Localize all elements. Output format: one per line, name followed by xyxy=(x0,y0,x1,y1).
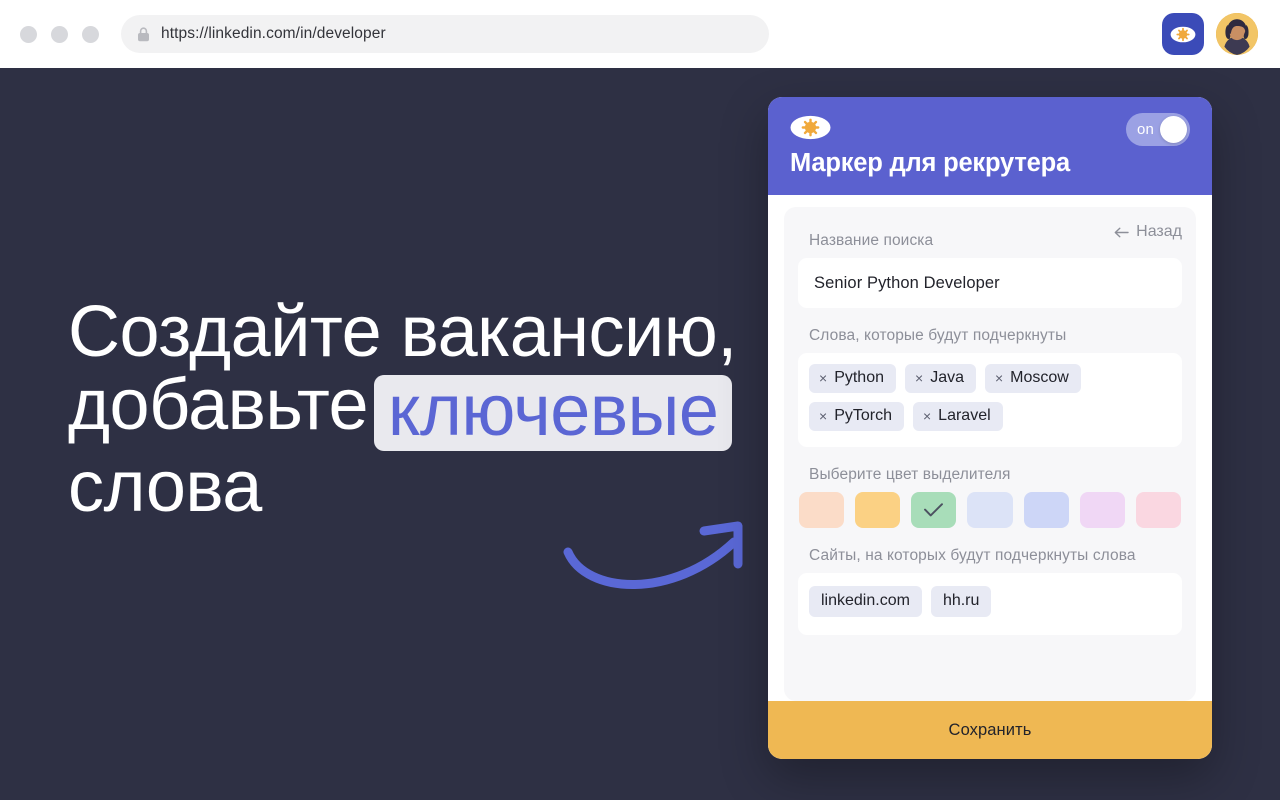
remove-keyword-icon[interactable]: × xyxy=(819,409,827,423)
remove-keyword-icon[interactable]: × xyxy=(819,371,827,385)
enable-toggle[interactable]: on xyxy=(1126,113,1190,146)
eye-icon xyxy=(1170,26,1196,42)
keyword-label: Moscow xyxy=(1010,369,1069,386)
page-canvas: Создайте вакансию, добавьте ключевые слов… xyxy=(0,68,1280,800)
headline-line-2: добавьте ключевые xyxy=(68,369,733,451)
url-text[interactable]: https://linkedin.com/in/developer xyxy=(161,25,386,43)
keyword-label: Java xyxy=(930,369,964,386)
headline-prefix: добавьте xyxy=(68,365,369,445)
keyword-tag[interactable]: × Java xyxy=(905,364,976,393)
curved-arrow-icon xyxy=(563,521,743,589)
address-bar[interactable]: https://linkedin.com/in/developer xyxy=(121,15,769,53)
lock-icon xyxy=(138,26,149,41)
maximize-window-button[interactable] xyxy=(82,25,99,43)
remove-keyword-icon[interactable]: × xyxy=(915,371,923,385)
keyword-tag[interactable]: × Laravel xyxy=(912,402,1003,431)
extension-icon-button[interactable] xyxy=(1162,13,1204,55)
back-button-label: Назад xyxy=(1136,223,1182,240)
settings-card: Назад Название поиска Senior Python Deve… xyxy=(784,207,1196,701)
check-icon xyxy=(924,503,944,517)
color-swatch-peach[interactable] xyxy=(799,492,845,528)
minimize-window-button[interactable] xyxy=(51,25,68,43)
user-avatar[interactable] xyxy=(1216,13,1258,55)
save-button-label: Сохранить xyxy=(948,720,1032,739)
keyword-tag[interactable]: × Python xyxy=(809,364,896,393)
close-window-button[interactable] xyxy=(20,25,37,43)
highlighter-color-label: Выберите цвет выделителя xyxy=(809,466,1011,483)
keywords-label: Слова, которые будут подчеркнуты xyxy=(809,327,1067,344)
avatar-image xyxy=(1216,13,1258,55)
window-controls xyxy=(20,25,99,43)
color-swatch-row[interactable] xyxy=(798,492,1182,528)
headline-line-1: Создайте вакансию, xyxy=(68,292,737,372)
eye-icon xyxy=(790,115,831,140)
browser-toolbar: https://linkedin.com/in/developer xyxy=(0,0,1280,68)
toolbar-actions xyxy=(1162,13,1258,55)
headline-highlight: ключевые xyxy=(374,375,733,451)
save-button[interactable]: Сохранить xyxy=(768,701,1212,759)
color-swatch-light-blue[interactable] xyxy=(967,492,1013,528)
color-swatch-lilac[interactable] xyxy=(1079,492,1125,528)
color-swatch-green[interactable] xyxy=(911,492,957,528)
back-button[interactable]: Назад xyxy=(1114,223,1182,241)
keyword-tag[interactable]: × PyTorch xyxy=(809,402,904,431)
arrow-left-icon xyxy=(1114,227,1129,237)
sites-tag-list[interactable]: linkedin.com hh.ru xyxy=(798,573,1182,635)
page-title: Создайте вакансию, добавьте ключевые слов… xyxy=(68,292,737,524)
toggle-knob[interactable] xyxy=(1160,116,1187,143)
extension-panel: Маркер для рекрутера on Назад Название п… xyxy=(768,97,1212,759)
site-tag[interactable]: hh.ru xyxy=(930,586,992,617)
sites-label: Сайты, на которых будут подчеркнуты слов… xyxy=(809,547,1136,564)
search-name-input[interactable]: Senior Python Developer xyxy=(798,258,1182,308)
remove-keyword-icon[interactable]: × xyxy=(923,409,931,423)
panel-body: Назад Название поиска Senior Python Deve… xyxy=(768,195,1212,701)
search-name-value: Senior Python Developer xyxy=(814,273,1000,292)
color-swatch-pink[interactable] xyxy=(1135,492,1181,528)
keyword-tag[interactable]: × Moscow xyxy=(984,364,1081,393)
keyword-label: Laravel xyxy=(938,407,991,424)
keyword-label: Python xyxy=(834,369,884,386)
site-tag[interactable]: linkedin.com xyxy=(809,586,922,617)
panel-header: Маркер для рекрутера on xyxy=(768,97,1212,195)
keywords-tag-list[interactable]: × Python × Java × Moscow × PyTorch × Lar… xyxy=(798,353,1182,447)
panel-title: Маркер для рекрутера xyxy=(790,149,1070,177)
remove-keyword-icon[interactable]: × xyxy=(995,371,1003,385)
color-swatch-yellow[interactable] xyxy=(855,492,901,528)
color-swatch-periwinkle[interactable] xyxy=(1023,492,1069,528)
keyword-label: PyTorch xyxy=(834,407,892,424)
pointer-arrow xyxy=(552,504,782,604)
toggle-state-label: on xyxy=(1137,121,1155,138)
